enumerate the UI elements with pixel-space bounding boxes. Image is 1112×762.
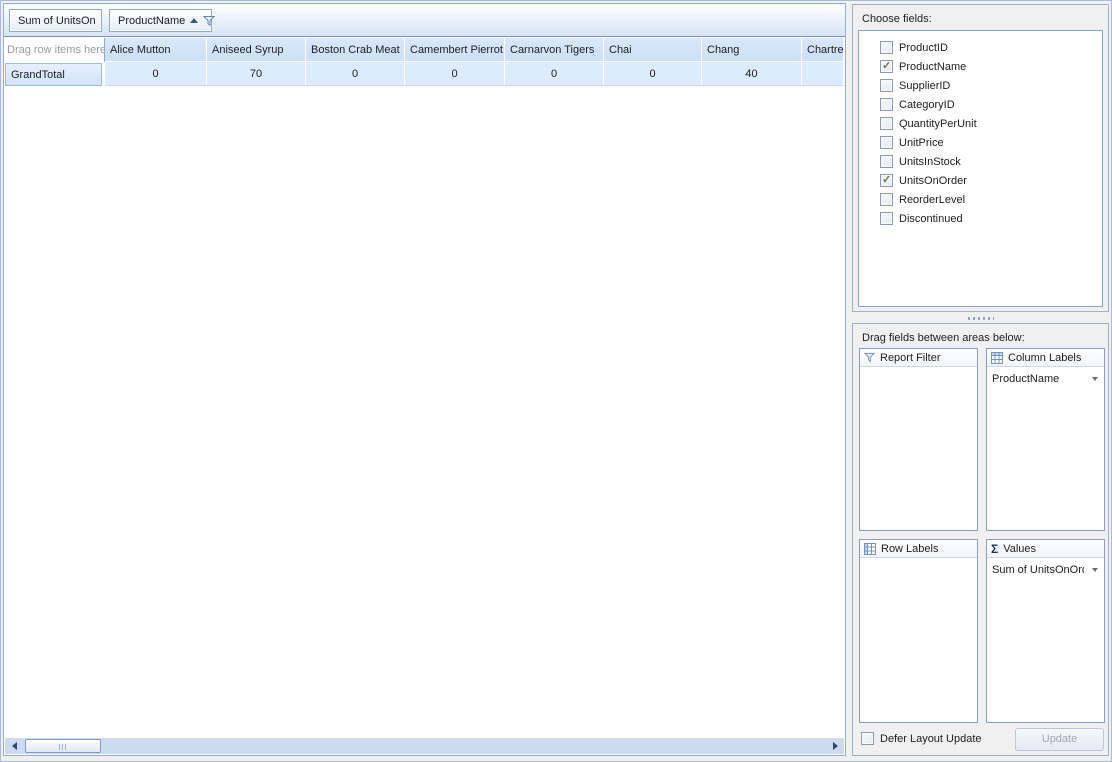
area-item-label: Sum of UnitsOnOrder xyxy=(992,564,1084,576)
checkbox[interactable] xyxy=(880,212,893,225)
scroll-right-icon[interactable] xyxy=(833,742,838,750)
sort-ascending-icon xyxy=(190,18,198,23)
column-header[interactable]: Aniseed Syrup xyxy=(207,38,306,62)
field-item-supplierid[interactable]: SupplierID xyxy=(859,76,1102,95)
table-grid-icon xyxy=(991,352,1003,364)
column-labels-area[interactable]: Column Labels ProductName xyxy=(986,348,1105,531)
row-labels-title: Row Labels xyxy=(881,543,938,555)
chevron-down-icon[interactable] xyxy=(1092,568,1098,572)
field-item-label: ReorderLevel xyxy=(899,194,965,206)
report-filter-area[interactable]: Report Filter xyxy=(859,348,978,531)
field-item-unitsonorder[interactable]: UnitsOnOrder xyxy=(859,171,1102,190)
pivot-table: Sum of UnitsOn ProductName Drag row item… xyxy=(3,3,846,756)
sigma-icon: Σ xyxy=(991,543,998,555)
table-grid-icon xyxy=(864,543,876,555)
field-item-reorderlevel[interactable]: ReorderLevel xyxy=(859,190,1102,209)
scrollbar-thumb[interactable] xyxy=(25,739,101,753)
column-field-button[interactable]: ProductName xyxy=(109,9,212,32)
scrollbar-grip-icon xyxy=(59,744,67,750)
choose-fields-title: Choose fields: xyxy=(862,13,932,25)
column-header[interactable]: Carnarvon Tigers xyxy=(505,38,604,62)
values-area[interactable]: Σ Values Sum of UnitsOnOrder xyxy=(986,539,1105,723)
grand-total-row-header: GrandTotal xyxy=(5,63,102,86)
filter-icon xyxy=(864,352,875,363)
field-item-unitsinstock[interactable]: UnitsInStock xyxy=(859,152,1102,171)
grand-total-label: GrandTotal xyxy=(11,69,65,81)
checkbox[interactable] xyxy=(880,136,893,149)
column-header[interactable]: Camembert Pierrot xyxy=(405,38,505,62)
value-cell[interactable] xyxy=(802,62,844,85)
checkbox[interactable] xyxy=(880,41,893,54)
data-field-button[interactable]: Sum of UnitsOn xyxy=(9,9,102,32)
values-item-sum-of-unitsonorder[interactable]: Sum of UnitsOnOrder xyxy=(987,561,1104,578)
column-header[interactable]: Chai xyxy=(604,38,702,62)
fields-list: ProductID ProductName SupplierID Categor… xyxy=(858,30,1103,307)
values-header: Σ Values xyxy=(987,540,1104,558)
filter-icon[interactable] xyxy=(203,15,215,27)
checkbox[interactable] xyxy=(880,98,893,111)
row-labels-header: Row Labels xyxy=(860,540,977,558)
column-header[interactable]: Chang xyxy=(702,38,802,62)
defer-label: Defer Layout Update xyxy=(880,733,982,745)
column-header[interactable]: Alice Mutton xyxy=(105,38,207,62)
choose-fields-group: Choose fields: ProductID ProductName Sup… xyxy=(852,4,1109,312)
horizontal-scrollbar[interactable] xyxy=(5,738,844,754)
splitter-grip-icon xyxy=(968,317,994,320)
field-item-productid[interactable]: ProductID xyxy=(859,38,1102,57)
value-cell[interactable]: 40 xyxy=(702,62,802,85)
chevron-down-icon[interactable] xyxy=(1092,377,1098,381)
checkbox[interactable] xyxy=(880,79,893,92)
field-item-label: ProductID xyxy=(899,42,948,54)
column-labels-item-productname[interactable]: ProductName xyxy=(987,370,1104,387)
field-item-label: Discontinued xyxy=(899,213,963,225)
field-item-label: QuantityPerUnit xyxy=(899,118,977,130)
field-item-label: UnitPrice xyxy=(899,137,944,149)
pivot-header-band: Sum of UnitsOn ProductName xyxy=(4,4,845,37)
field-item-label: ProductName xyxy=(899,61,966,73)
area-item-label: ProductName xyxy=(992,373,1059,385)
column-labels-header: Column Labels xyxy=(987,349,1104,367)
value-cell[interactable]: 0 xyxy=(604,62,702,85)
row-labels-area[interactable]: Row Labels xyxy=(859,539,978,723)
field-item-quantityperunit[interactable]: QuantityPerUnit xyxy=(859,114,1102,133)
value-cell[interactable]: 70 xyxy=(207,62,306,85)
data-field-button-label: Sum of UnitsOn xyxy=(18,15,96,27)
defer-layout-update[interactable]: Defer Layout Update xyxy=(861,732,982,745)
update-button-label: Update xyxy=(1042,733,1077,745)
pivot-field-list-window: Sum of UnitsOn ProductName Drag row item… xyxy=(0,0,1112,762)
scroll-left-icon[interactable] xyxy=(12,742,17,750)
values-title: Values xyxy=(1003,543,1036,555)
drag-areas-hint: Drag fields between areas below: xyxy=(862,332,1025,344)
grand-total-row: 0 70 0 0 0 0 40 xyxy=(105,62,844,86)
checkbox[interactable] xyxy=(880,155,893,168)
field-item-categoryid[interactable]: CategoryID xyxy=(859,95,1102,114)
column-header-row: Drag row items here Alice Mutton Aniseed… xyxy=(4,38,844,62)
field-item-label: SupplierID xyxy=(899,80,950,92)
panel-splitter[interactable] xyxy=(852,314,1109,322)
report-filter-title: Report Filter xyxy=(880,352,941,364)
field-item-unitprice[interactable]: UnitPrice xyxy=(859,133,1102,152)
field-item-discontinued[interactable]: Discontinued xyxy=(859,209,1102,228)
column-labels-title: Column Labels xyxy=(1008,352,1081,364)
row-area-hint: Drag row items here xyxy=(4,38,105,62)
report-filter-header: Report Filter xyxy=(860,349,977,367)
field-item-label: UnitsOnOrder xyxy=(899,175,967,187)
value-cell[interactable]: 0 xyxy=(105,62,207,85)
checkbox[interactable] xyxy=(880,174,893,187)
field-item-productname[interactable]: ProductName xyxy=(859,57,1102,76)
value-cell[interactable]: 0 xyxy=(306,62,405,85)
drag-areas-group: Drag fields between areas below: Report … xyxy=(852,323,1109,756)
defer-checkbox[interactable] xyxy=(861,732,874,745)
checkbox[interactable] xyxy=(880,193,893,206)
update-button[interactable]: Update xyxy=(1015,728,1104,751)
field-item-label: UnitsInStock xyxy=(899,156,961,168)
field-item-label: CategoryID xyxy=(899,99,955,111)
column-field-button-label: ProductName xyxy=(118,15,185,27)
column-header[interactable]: Boston Crab Meat xyxy=(306,38,405,62)
column-header[interactable]: Chartreuse xyxy=(802,38,844,62)
checkbox[interactable] xyxy=(880,60,893,73)
value-cell[interactable]: 0 xyxy=(505,62,604,85)
checkbox[interactable] xyxy=(880,117,893,130)
value-cell[interactable]: 0 xyxy=(405,62,505,85)
